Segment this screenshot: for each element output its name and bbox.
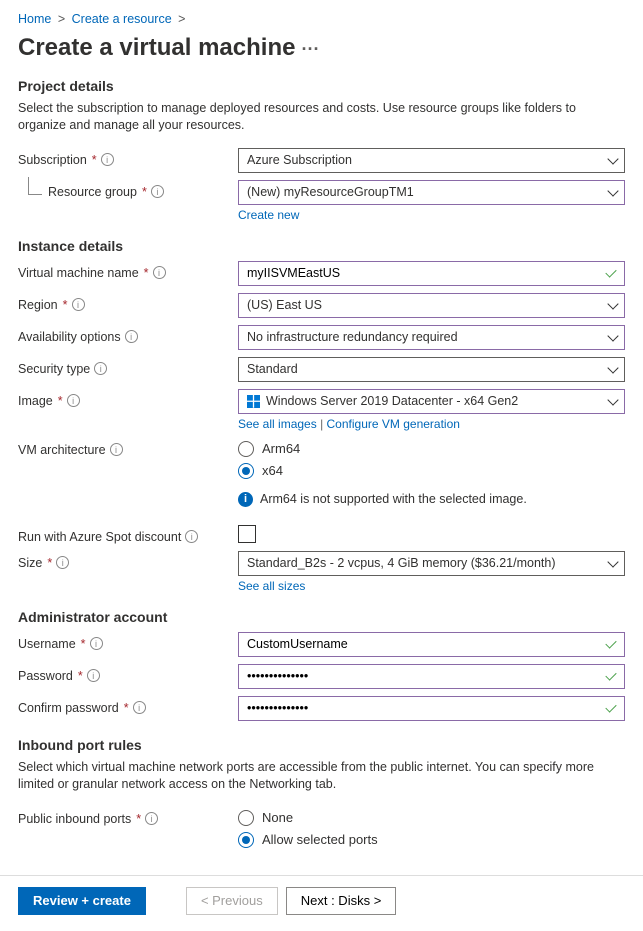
image-select[interactable]: Windows Server 2019 Datacenter - x64 Gen… [238, 389, 625, 414]
security-type-label: Security type i [18, 357, 238, 376]
section-instance-details: Instance details [18, 238, 625, 254]
breadcrumb: Home > Create a resource > [18, 8, 625, 32]
username-input[interactable] [238, 632, 625, 657]
username-label: Username* i [18, 632, 238, 651]
next-button[interactable]: Next : Disks > [286, 887, 397, 915]
password-label: Password* i [18, 664, 238, 683]
size-select[interactable]: Standard_B2s - 2 vcpus, 4 GiB memory ($3… [238, 551, 625, 576]
chevron-down-icon [607, 153, 618, 164]
availability-label: Availability options i [18, 325, 238, 344]
resource-group-select[interactable]: (New) myResourceGroupTM1 [238, 180, 625, 205]
chevron-right-icon: > [58, 12, 65, 26]
info-icon[interactable]: i [87, 669, 100, 682]
chevron-down-icon [607, 185, 618, 196]
section-admin-account: Administrator account [18, 609, 625, 625]
info-icon: i [238, 492, 253, 507]
more-icon[interactable]: ··· [301, 39, 319, 59]
region-select[interactable]: (US) East US [238, 293, 625, 318]
breadcrumb-create-resource[interactable]: Create a resource [72, 12, 172, 26]
info-icon[interactable]: i [145, 812, 158, 825]
inbound-desc: Select which virtual machine network por… [18, 759, 625, 793]
info-icon[interactable]: i [101, 153, 114, 166]
chevron-right-icon: > [178, 12, 185, 26]
size-label: Size* i [18, 551, 238, 570]
info-icon[interactable]: i [110, 443, 123, 456]
section-inbound-ports: Inbound port rules [18, 737, 625, 753]
info-icon[interactable]: i [72, 298, 85, 311]
ports-none-radio[interactable] [238, 810, 254, 826]
vm-name-input[interactable] [238, 261, 625, 286]
ports-allow-radio[interactable] [238, 832, 254, 848]
info-icon[interactable]: i [185, 530, 198, 543]
see-all-sizes-link[interactable]: See all sizes [238, 579, 305, 593]
public-inbound-ports-label: Public inbound ports* i [18, 807, 238, 826]
chevron-down-icon [607, 330, 618, 341]
previous-button: < Previous [186, 887, 278, 915]
create-new-link[interactable]: Create new [238, 208, 299, 222]
chevron-down-icon [607, 362, 618, 373]
spot-discount-label: Run with Azure Spot discount i [18, 525, 238, 544]
arch-x64-radio[interactable] [238, 463, 254, 479]
subscription-select[interactable]: Azure Subscription [238, 148, 625, 173]
arch-note: Arm64 is not supported with the selected… [260, 492, 527, 506]
breadcrumb-home[interactable]: Home [18, 12, 51, 26]
image-label: Image* i [18, 389, 238, 408]
wizard-footer: Review + create < Previous Next : Disks … [0, 875, 643, 931]
info-icon[interactable]: i [94, 362, 107, 375]
see-all-images-link[interactable]: See all images [238, 417, 317, 431]
region-label: Region* i [18, 293, 238, 312]
info-icon[interactable]: i [153, 266, 166, 279]
vm-architecture-label: VM architecture i [18, 438, 238, 457]
arch-arm64-label: Arm64 [262, 441, 300, 456]
ports-allow-label: Allow selected ports [262, 832, 378, 847]
info-icon[interactable]: i [125, 330, 138, 343]
info-icon[interactable]: i [133, 701, 146, 714]
section-project-details: Project details [18, 78, 625, 94]
password-input[interactable] [238, 664, 625, 689]
vm-name-label: Virtual machine name* i [18, 261, 238, 280]
security-type-select[interactable]: Standard [238, 357, 625, 382]
resource-group-label: Resource group* i [48, 185, 164, 199]
info-icon[interactable]: i [151, 185, 164, 198]
chevron-down-icon [607, 298, 618, 309]
availability-select[interactable]: No infrastructure redundancy required [238, 325, 625, 350]
arch-arm64-radio[interactable] [238, 441, 254, 457]
configure-vm-generation-link[interactable]: Configure VM generation [327, 417, 460, 431]
project-details-desc: Select the subscription to manage deploy… [18, 100, 625, 134]
confirm-password-input[interactable] [238, 696, 625, 721]
chevron-down-icon [607, 394, 618, 405]
subscription-label: Subscription* i [18, 148, 238, 167]
page-title: Create a virtual machine··· [18, 34, 625, 62]
info-icon[interactable]: i [56, 556, 69, 569]
review-create-button[interactable]: Review + create [18, 887, 146, 915]
ports-none-label: None [262, 810, 293, 825]
arch-x64-label: x64 [262, 463, 283, 478]
windows-icon [247, 395, 260, 408]
spot-discount-checkbox[interactable] [238, 525, 256, 543]
chevron-down-icon [607, 556, 618, 567]
info-icon[interactable]: i [67, 394, 80, 407]
info-icon[interactable]: i [90, 637, 103, 650]
confirm-password-label: Confirm password* i [18, 696, 238, 715]
